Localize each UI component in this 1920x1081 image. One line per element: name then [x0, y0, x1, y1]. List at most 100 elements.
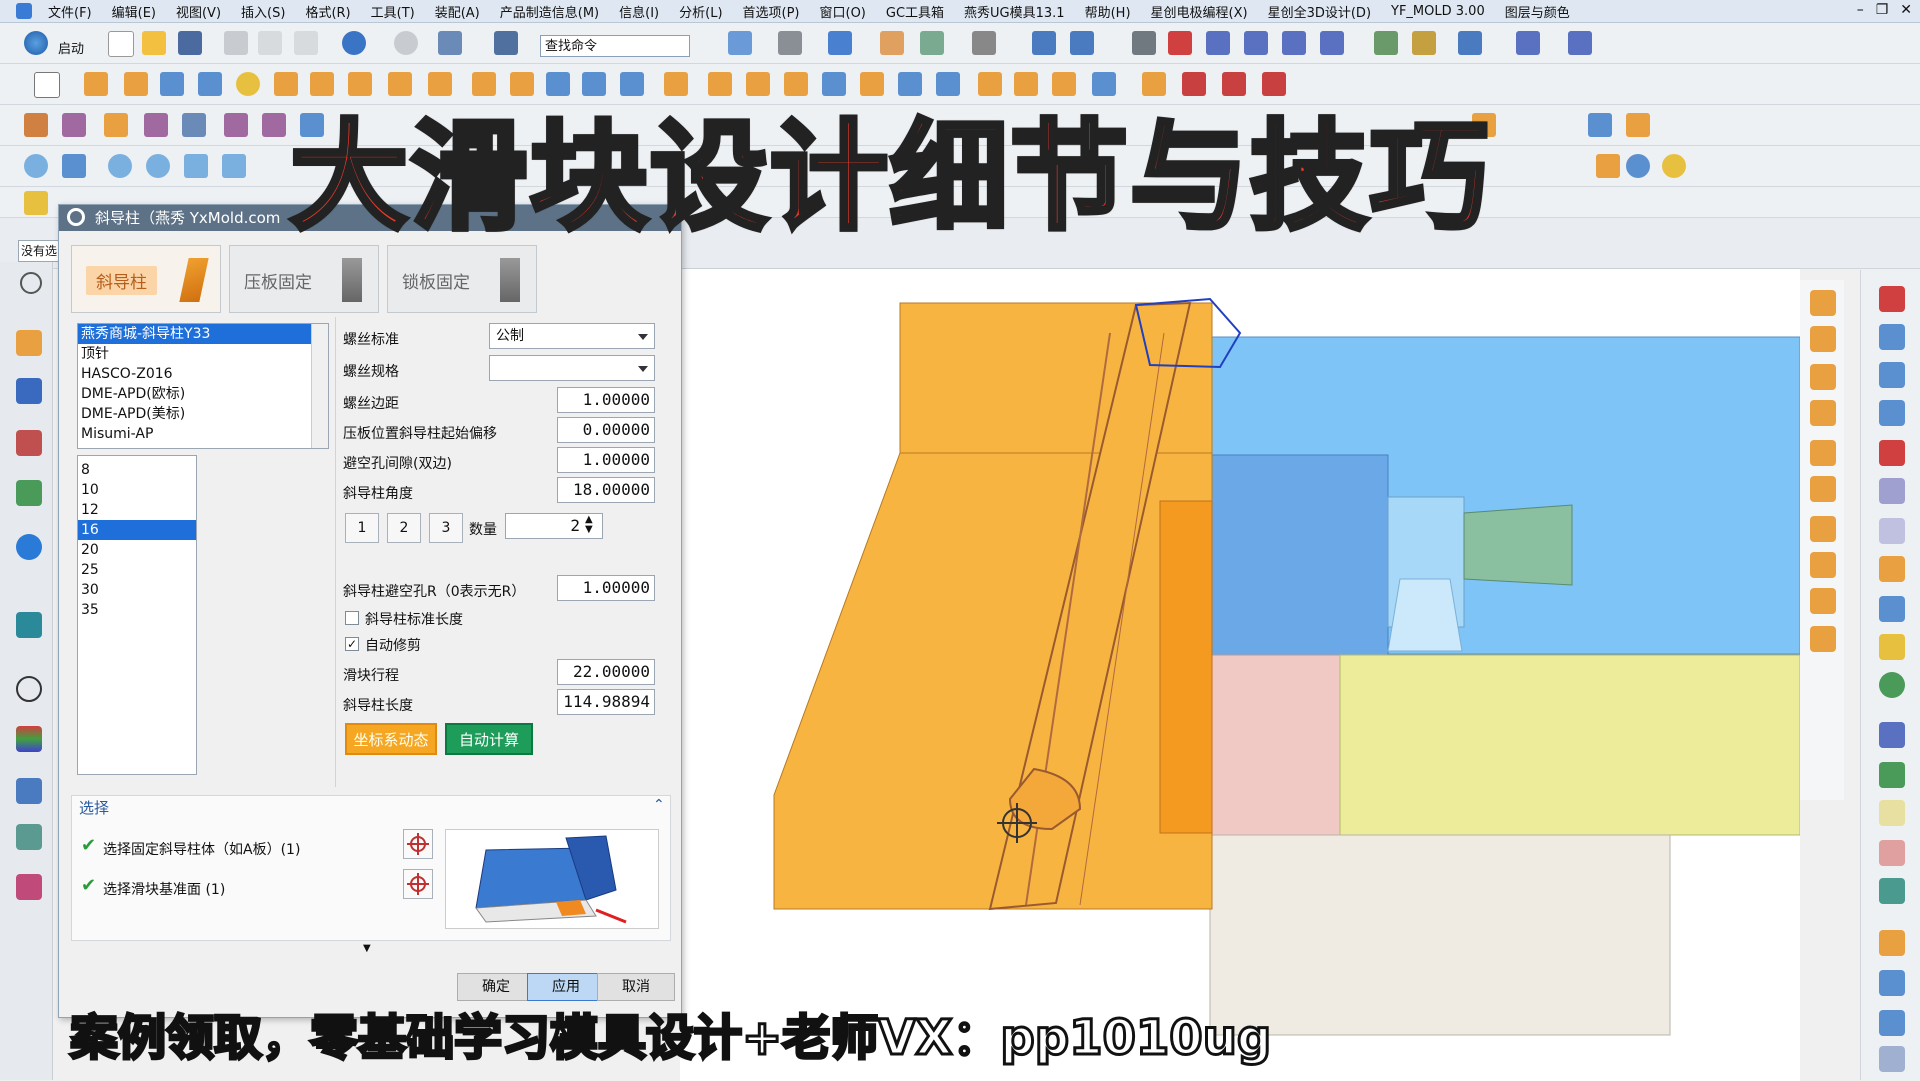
- copy-part-icon[interactable]: [1810, 326, 1836, 352]
- selection-filter-dropdown[interactable]: 没有选: [18, 240, 62, 262]
- stepper-arrows-icon[interactable]: ▲ ▼: [585, 515, 593, 535]
- list-item[interactable]: 30: [78, 580, 196, 600]
- list-item[interactable]: 20: [78, 540, 196, 560]
- eye-icon[interactable]: [1879, 400, 1905, 426]
- remove-part-icon[interactable]: [1810, 400, 1836, 426]
- list-item[interactable]: 顶针: [78, 344, 328, 364]
- show-all-icon[interactable]: [184, 154, 208, 178]
- mirror-part-icon[interactable]: [1810, 588, 1836, 614]
- reuse-library-icon[interactable]: [16, 480, 42, 506]
- fixture-icon[interactable]: [1879, 878, 1905, 904]
- add-part-icon[interactable]: [1810, 364, 1836, 390]
- restore-icon[interactable]: ❐: [1876, 2, 1889, 18]
- red-solid-icon[interactable]: [1879, 440, 1905, 466]
- paste-icon[interactable]: [294, 31, 318, 55]
- length-input[interactable]: 114.98894: [557, 689, 655, 715]
- replace-part-icon[interactable]: [1810, 552, 1836, 578]
- system-materials-icon[interactable]: [16, 874, 42, 900]
- screw-standard-dropdown[interactable]: 公制: [489, 323, 655, 349]
- wave-icon[interactable]: [1810, 516, 1836, 542]
- start-menu-label[interactable]: 启动: [58, 38, 84, 57]
- select-slide-plane-label[interactable]: 选择滑块基准面 (1): [103, 879, 225, 899]
- render-style-icon[interactable]: [778, 31, 802, 55]
- offset-face-icon[interactable]: [746, 72, 770, 96]
- role-icon[interactable]: [16, 824, 42, 850]
- spline-icon[interactable]: [1182, 72, 1206, 96]
- block-icon[interactable]: [198, 72, 222, 96]
- grid-icon[interactable]: [1516, 31, 1540, 55]
- list-item[interactable]: 12: [78, 500, 196, 520]
- menu-3d-design[interactable]: 星创全3D设计(D): [1258, 2, 1381, 21]
- auto-trim-checkbox[interactable]: ✓: [345, 637, 359, 651]
- snap-icon[interactable]: [1032, 31, 1056, 55]
- list-item[interactable]: 25: [78, 560, 196, 580]
- copy-icon[interactable]: [258, 31, 282, 55]
- curve-icon[interactable]: [1142, 72, 1166, 96]
- pad-icon[interactable]: [388, 72, 412, 96]
- cancel-button[interactable]: 取消: [597, 973, 675, 1001]
- layers-icon[interactable]: [1879, 1046, 1905, 1072]
- assembly-nav-icon[interactable]: [62, 154, 86, 178]
- web-browser-icon[interactable]: [16, 612, 42, 638]
- list-item[interactable]: 燕秀商城-斜导柱Y33: [78, 324, 328, 344]
- play-icon[interactable]: [1458, 31, 1482, 55]
- save-icon[interactable]: [178, 31, 202, 55]
- flag-icon[interactable]: [1879, 518, 1905, 544]
- close-icon[interactable]: ✕: [1900, 2, 1912, 18]
- point-icon[interactable]: [1206, 31, 1230, 55]
- plate-offset-input[interactable]: 0.00000: [557, 417, 655, 443]
- menu-view[interactable]: 视图(V): [166, 2, 231, 21]
- parts-icon[interactable]: [1879, 970, 1905, 996]
- open-folder-icon[interactable]: [142, 31, 166, 55]
- palette-icon[interactable]: [16, 726, 42, 752]
- wcs-icon[interactable]: [1132, 31, 1156, 55]
- hook-icon[interactable]: [1879, 1010, 1905, 1036]
- command-search-input[interactable]: 查找命令: [540, 35, 690, 57]
- standard-part-icon[interactable]: [1588, 113, 1612, 137]
- info-icon[interactable]: [16, 534, 42, 560]
- menu-window[interactable]: 窗口(O): [810, 2, 876, 21]
- sew-icon[interactable]: [1014, 72, 1038, 96]
- tube-icon[interactable]: [1879, 362, 1905, 388]
- datum-icon[interactable]: [1282, 31, 1306, 55]
- revolve-icon[interactable]: [124, 72, 148, 96]
- auto-calc-button[interactable]: 自动计算: [445, 723, 533, 755]
- shrinkage-icon[interactable]: [144, 113, 168, 137]
- orange-shape-icon[interactable]: [1879, 556, 1905, 582]
- list-item[interactable]: 10: [78, 480, 196, 500]
- thicken-icon[interactable]: [784, 72, 808, 96]
- chamfer-icon[interactable]: [936, 72, 960, 96]
- tab-plate-fix[interactable]: 压板固定: [229, 245, 379, 313]
- redo-icon[interactable]: [394, 31, 418, 55]
- extrude-icon[interactable]: [84, 72, 108, 96]
- menu-yf-mold[interactable]: YF_MOLD 3.00: [1381, 4, 1495, 19]
- history-clock-icon[interactable]: [16, 676, 42, 702]
- mirror-icon[interactable]: [510, 72, 534, 96]
- arc-icon[interactable]: [1222, 72, 1246, 96]
- list-item[interactable]: Misumi-AP: [78, 424, 328, 444]
- lightbulb-off-icon[interactable]: [146, 154, 170, 178]
- draft-icon[interactable]: [860, 72, 884, 96]
- subtract-icon[interactable]: [582, 72, 606, 96]
- macro-icon[interactable]: [1879, 722, 1905, 748]
- box-icon[interactable]: [1879, 800, 1905, 826]
- list-scrollbar[interactable]: [311, 324, 328, 448]
- boss-icon[interactable]: [310, 72, 334, 96]
- section-icon[interactable]: [880, 31, 904, 55]
- spring-icon[interactable]: [1879, 672, 1905, 698]
- menu-pmi[interactable]: 产品制造信息(M): [490, 2, 609, 21]
- lightbulb-icon[interactable]: [108, 154, 132, 178]
- menu-assembly[interactable]: 装配(A): [425, 2, 490, 21]
- list-item[interactable]: DME-APD(欧标): [78, 384, 328, 404]
- process-studio-icon[interactable]: [16, 778, 42, 804]
- gear-icon[interactable]: [20, 272, 42, 294]
- count-2-button[interactable]: 2: [387, 513, 421, 543]
- list-item[interactable]: 16: [78, 520, 196, 540]
- list-item[interactable]: 8: [78, 456, 196, 480]
- family-mold-icon[interactable]: [262, 113, 286, 137]
- background-icon[interactable]: [972, 31, 996, 55]
- tag-icon[interactable]: [24, 191, 48, 215]
- menu-gc-toolbox[interactable]: GC工具箱: [876, 2, 954, 21]
- menu-electrode[interactable]: 星创电极编程(X): [1141, 2, 1258, 21]
- angle-input[interactable]: 18.00000: [557, 477, 655, 503]
